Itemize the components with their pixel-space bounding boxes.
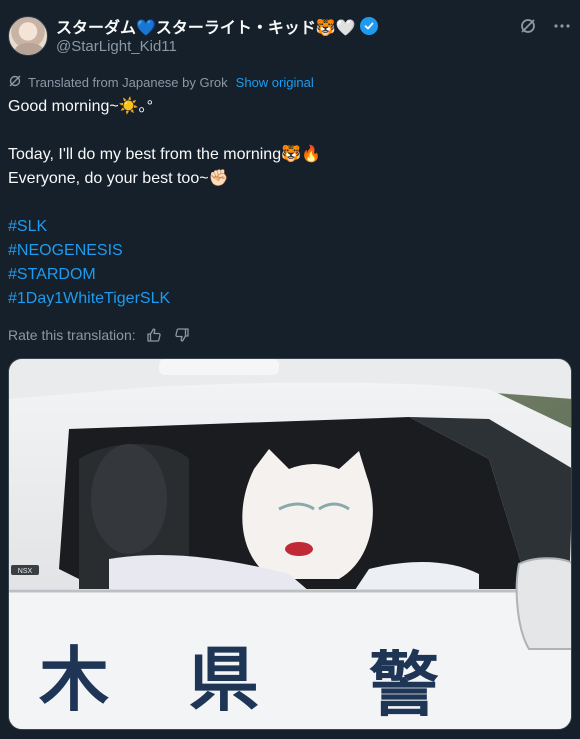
hashtag-link[interactable]: #SLK (8, 218, 47, 235)
tweet-text: Good morning~☀️｡° Today, I'll do my best… (8, 95, 572, 311)
tweet-line: Everyone, do your best too~✊🏻 (8, 170, 229, 187)
header-actions (518, 16, 572, 36)
rate-translation: Rate this translation: (8, 325, 192, 345)
door-text: 木 (39, 639, 109, 721)
thumbs-down-icon[interactable] (172, 325, 192, 345)
grok-small-icon (8, 74, 22, 91)
translation-label: Translated from Japanese by Grok (28, 75, 228, 90)
tweet-line: Good morning~☀️｡° (8, 98, 154, 115)
grok-icon[interactable] (518, 16, 538, 36)
photo-illustration: NSX 木 県 警 (9, 359, 571, 729)
avatar[interactable] (8, 16, 48, 56)
tweet-line: Today, I'll do my best from the morning🐯… (8, 146, 321, 163)
more-icon[interactable] (552, 16, 572, 36)
tweet-photo[interactable]: NSX 木 県 警 (8, 358, 572, 730)
hashtag-link[interactable]: #STARDOM (8, 266, 96, 283)
hashtag-link[interactable]: #1Day1WhiteTigerSLK (8, 290, 170, 307)
author-handle[interactable]: @StarLight_Kid11 (56, 38, 177, 55)
hashtag-link[interactable]: #NEOGENESIS (8, 242, 123, 259)
author-name-row[interactable]: スターダム💙スターライト・キッド🐯🤍 (56, 14, 378, 38)
author-display-name[interactable]: スターダム💙スターライト・キッド🐯🤍 (56, 14, 356, 38)
door-text: 県 (189, 639, 259, 721)
translation-notice: Translated from Japanese by Grok Show or… (8, 74, 314, 91)
thumbs-up-icon[interactable] (144, 325, 164, 345)
rate-label: Rate this translation: (8, 327, 136, 343)
car-badge-text: NSX (18, 568, 33, 575)
tweet-header: スターダム💙スターライト・キッド🐯🤍 @StarLight_Kid11 (8, 12, 572, 58)
verified-badge-icon (359, 17, 378, 35)
door-text: 警 (369, 644, 439, 726)
show-original-link[interactable]: Show original (236, 75, 314, 90)
